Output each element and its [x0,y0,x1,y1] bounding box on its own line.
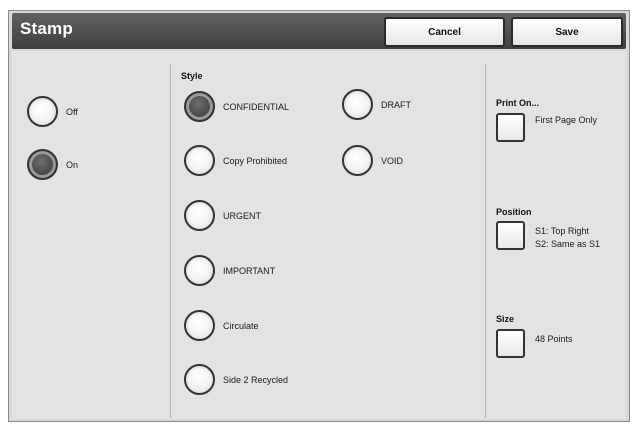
radio-circle-icon [342,89,373,120]
stamp-on-label: On [66,159,79,170]
radio-circle-icon [184,255,215,286]
size-label: Size [496,314,515,324]
style-urgent-radio[interactable]: URGENT [184,200,261,231]
save-button[interactable]: Save [511,17,623,47]
style-label: Style [181,71,203,81]
style-option-label: Side 2 Recycled [223,374,289,385]
page-title: Stamp [20,19,73,38]
style-copy-prohibited-radio[interactable]: Copy Prohibited [184,145,287,176]
radio-circle-icon [184,145,215,176]
size-value: 48 Points [535,334,573,344]
style-circulate-radio[interactable]: Circulate [184,310,259,341]
style-confidential-radio[interactable]: CONFIDENTIAL [184,91,289,122]
style-option-label: VOID [381,155,404,166]
print-on-label: Print On... [496,98,540,108]
stamp-off-label: Off [66,106,78,117]
style-draft-radio[interactable]: DRAFT [342,89,411,120]
style-option-label: URGENT [223,210,261,221]
radio-circle-icon [184,364,215,395]
print-on-button[interactable] [496,113,525,142]
style-option-label: Circulate [223,320,259,331]
cancel-button[interactable]: Cancel [384,17,505,47]
column-divider [485,64,486,418]
position-button[interactable] [496,221,525,250]
style-option-label: CONFIDENTIAL [223,101,290,112]
style-option-label: Copy Prohibited [223,155,288,166]
column-divider [170,64,171,418]
radio-circle-icon [184,200,215,231]
radio-circle-icon [27,149,58,180]
style-important-radio[interactable]: IMPORTANT [184,255,275,286]
style-void-radio[interactable]: VOID [342,145,403,176]
style-side2-recycled-radio[interactable]: Side 2 Recycled [184,364,288,395]
position-label: Position [496,207,532,217]
radio-circle-icon [184,310,215,341]
radio-circle-icon [27,96,58,127]
radio-circle-icon [342,145,373,176]
style-option-label: DRAFT [381,99,411,110]
position-value-line2: S2: Same as S1 [535,239,601,249]
radio-circle-icon [184,91,215,122]
size-button[interactable] [496,329,525,358]
style-option-label: IMPORTANT [223,265,276,276]
print-on-value: First Page Only [535,115,598,125]
stamp-off-radio[interactable]: Off [27,96,78,127]
stamp-on-radio[interactable]: On [27,149,78,180]
position-value-line1: S1: Top Right [535,226,589,236]
